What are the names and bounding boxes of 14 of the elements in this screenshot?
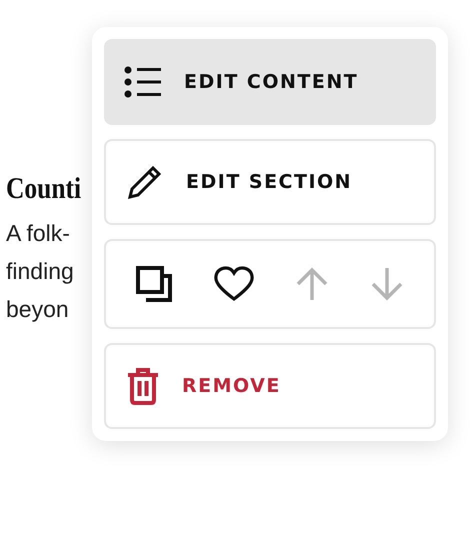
list-icon: [124, 66, 162, 98]
article-heading: Counti: [6, 172, 82, 206]
menu-item[interactable]: EDIT CONTENT: [104, 39, 436, 125]
heart-icon: [212, 266, 255, 302]
article-text-line: finding: [6, 257, 74, 286]
article-text-line: beyon: [6, 295, 69, 324]
copy-icon: [136, 266, 172, 302]
arrow-up-icon: [295, 267, 330, 301]
trash-icon: [126, 367, 160, 405]
remove-button[interactable]: REMOVE: [104, 343, 436, 429]
arrow-down-icon: [370, 267, 404, 301]
article-text-line: A folk-: [6, 219, 70, 248]
menu-item[interactable]: EDIT SECTION: [104, 139, 436, 225]
pencil-icon: [126, 163, 164, 201]
